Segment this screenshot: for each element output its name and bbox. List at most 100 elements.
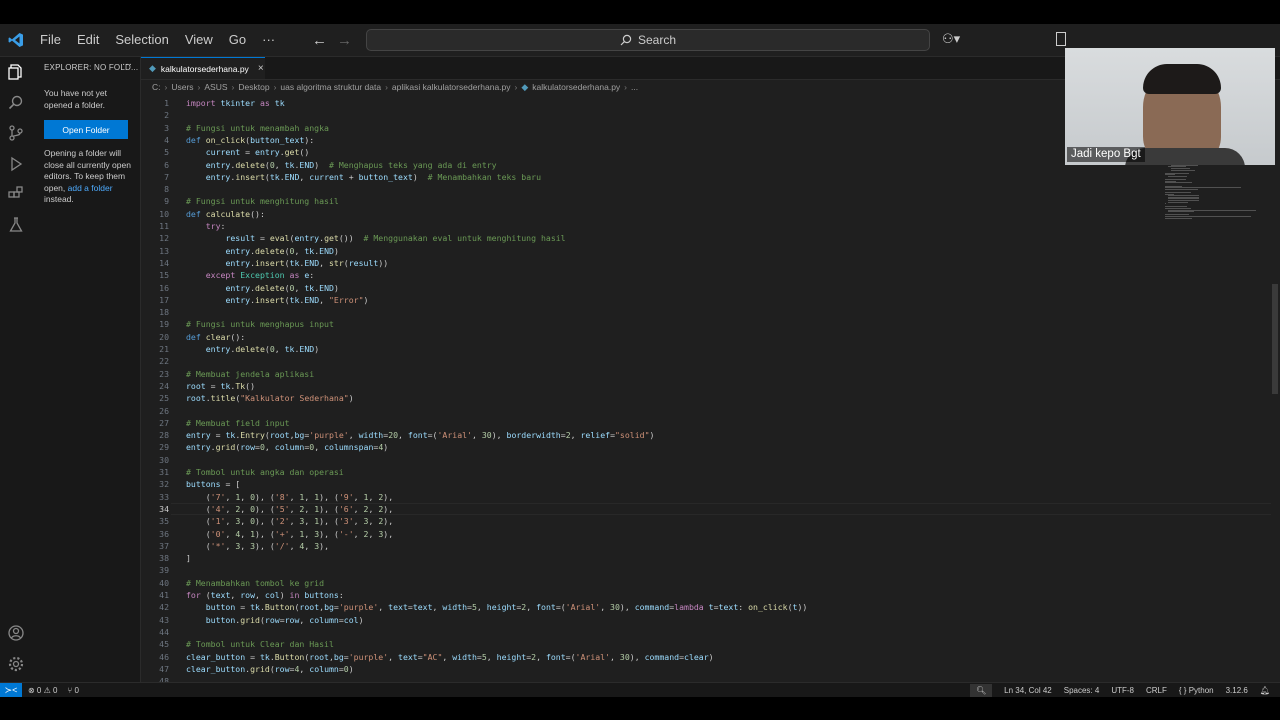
- problems-count[interactable]: ⊗ 0 ⚠ 0: [28, 686, 57, 695]
- editor-tab[interactable]: ◆ kalkulatorsederhana.py ×: [141, 57, 265, 79]
- line-number: 45: [159, 639, 169, 650]
- code-line[interactable]: 29 entry.grid(row=0, column=0, columnspan…: [141, 441, 1271, 453]
- code-line[interactable]: 23 # Membuat jendela aplikasi: [141, 368, 1271, 380]
- code-line[interactable]: 21 entry.delete(0, tk.END): [141, 343, 1271, 355]
- code-line[interactable]: 27 # Membuat field input: [141, 417, 1271, 429]
- extensions-icon[interactable]: [7, 185, 25, 203]
- testing-icon[interactable]: [7, 216, 25, 234]
- line-number: 36: [159, 528, 169, 539]
- code-line[interactable]: 32 buttons = [: [141, 478, 1271, 490]
- code-line[interactable]: 18: [141, 306, 1271, 318]
- code-line[interactable]: 47 clear_button.grid(row=4, column=0): [141, 663, 1271, 675]
- code-line[interactable]: 33 ('7', 1, 0), ('8', 1, 1), ('9', 1, 2)…: [141, 491, 1271, 503]
- copilot-icon[interactable]: ⚇▾: [942, 31, 960, 47]
- code-line[interactable]: 7 entry.insert(tk.END, current + button_…: [141, 171, 1271, 183]
- minimap-line: [1165, 188, 1198, 190]
- breadcrumb-item[interactable]: kalkulatorsederhana.py: [532, 82, 620, 92]
- account-icon[interactable]: [7, 624, 25, 642]
- menu-item-5[interactable]: ···: [254, 24, 283, 56]
- menu-item-0[interactable]: File: [32, 24, 69, 56]
- video-letterbox-bottom: [0, 697, 1280, 720]
- code-line[interactable]: 38]: [141, 552, 1271, 564]
- menu-item-2[interactable]: Selection: [107, 24, 176, 56]
- explorer-icon[interactable]: [7, 63, 25, 81]
- close-tab-icon[interactable]: ×: [258, 63, 264, 74]
- minimap-line: [1168, 211, 1194, 213]
- run-debug-icon[interactable]: [7, 155, 25, 173]
- breadcrumb-item[interactable]: Desktop: [238, 82, 269, 92]
- breadcrumb-item[interactable]: ...: [631, 82, 638, 92]
- code-text: # Menambahkan tombol ke grid: [186, 577, 325, 588]
- breadcrumb-item[interactable]: C:: [152, 82, 161, 92]
- code-line[interactable]: 13 entry.delete(0, tk.END): [141, 245, 1271, 257]
- code-line[interactable]: 17 entry.insert(tk.END, "Error"): [141, 294, 1271, 306]
- menu-item-4[interactable]: Go: [221, 24, 254, 56]
- code-text: def clear():: [186, 331, 246, 342]
- indentation[interactable]: Spaces: 4: [1064, 686, 1100, 695]
- code-line[interactable]: 14 entry.insert(tk.END, str(result)): [141, 257, 1271, 269]
- breadcrumb-item[interactable]: ASUS: [204, 82, 227, 92]
- code-line[interactable]: 37 ('*', 3, 3), ('/', 4, 3),: [141, 540, 1271, 552]
- menu-item-1[interactable]: Edit: [69, 24, 107, 56]
- code-line[interactable]: 10 def calculate():: [141, 208, 1271, 220]
- minimap-line: [1171, 169, 1195, 171]
- command-center-search[interactable]: Search: [366, 29, 930, 51]
- code-line[interactable]: 31 # Tombol untuk angka dan operasi: [141, 466, 1271, 478]
- code-line[interactable]: 35 ('1', 3, 0), ('2', 3, 1), ('3', 3, 2)…: [141, 515, 1271, 527]
- code-line[interactable]: 15 except Exception as e:: [141, 269, 1271, 281]
- code-line[interactable]: 42 button = tk.Button(root,bg='purple', …: [141, 601, 1271, 613]
- add-folder-link[interactable]: add a folder: [68, 183, 113, 193]
- code-line[interactable]: 45 # Tombol untuk Clear dan Hasil: [141, 638, 1271, 650]
- source-control-icon[interactable]: [7, 124, 25, 142]
- ports-count[interactable]: ⑂ 0: [67, 686, 78, 695]
- explorer-more-button[interactable]: ···: [122, 59, 132, 70]
- open-folder-button[interactable]: Open Folder: [44, 120, 128, 139]
- forward-arrow-icon[interactable]: →: [337, 32, 352, 49]
- breadcrumb-item[interactable]: aplikasi kalkulatorsederhana.py: [392, 82, 511, 92]
- search-view-icon[interactable]: [7, 94, 25, 112]
- code-line[interactable]: 22: [141, 355, 1271, 367]
- code-line[interactable]: 20 def clear():: [141, 331, 1271, 343]
- code-text: entry.delete(0, tk.END) # Menghapus teks…: [205, 159, 497, 170]
- menu-item-3[interactable]: View: [177, 24, 221, 56]
- language-mode[interactable]: { } Python: [1179, 686, 1214, 695]
- cursor-position[interactable]: Ln 34, Col 42: [1004, 686, 1052, 695]
- code-text: # Membuat jendela aplikasi: [186, 368, 315, 379]
- back-arrow-icon[interactable]: ←: [312, 32, 327, 49]
- code-line[interactable]: 36 ('0', 4, 1), ('+', 1, 3), ('-', 2, 3)…: [141, 528, 1271, 540]
- line-number: 13: [159, 245, 169, 256]
- editor-scrollbar[interactable]: [1272, 284, 1278, 394]
- code-line[interactable]: 28 entry = tk.Entry(root,bg='purple', wid…: [141, 429, 1271, 441]
- code-line[interactable]: 9 # Fungsi untuk menghitung hasil: [141, 195, 1271, 207]
- code-line[interactable]: 39: [141, 564, 1271, 576]
- code-line[interactable]: 30: [141, 454, 1271, 466]
- breadcrumb-item[interactable]: Users: [171, 82, 193, 92]
- code-line[interactable]: 43 button.grid(row=row, column=col): [141, 614, 1271, 626]
- layout-icon[interactable]: [1056, 32, 1066, 46]
- code-line[interactable]: 19 # Fungsi untuk menghapus input: [141, 318, 1271, 330]
- code-line[interactable]: 12 result = eval(entry.get()) # Mengguna…: [141, 232, 1271, 244]
- breadcrumb-item[interactable]: uas algoritma struktur data: [280, 82, 381, 92]
- code-line[interactable]: 34 ('4', 2, 0), ('5', 2, 1), ('6', 2, 2)…: [141, 503, 1271, 515]
- language-label: Python: [1188, 686, 1214, 695]
- code-line[interactable]: 48: [141, 675, 1271, 682]
- code-line[interactable]: 41 for (text, row, col) in buttons:: [141, 589, 1271, 601]
- encoding[interactable]: UTF-8: [1111, 686, 1134, 695]
- code-line[interactable]: 26: [141, 405, 1271, 417]
- python-version[interactable]: 3.12.6: [1226, 686, 1248, 695]
- remote-indicator-icon[interactable]: ≻<: [0, 683, 22, 697]
- code-line[interactable]: 44: [141, 626, 1271, 638]
- code-editor[interactable]: 1 import tkinter as tk 2 3 # Fungsi untuk me…: [141, 95, 1271, 682]
- code-line[interactable]: 8: [141, 183, 1271, 195]
- code-text: # Fungsi untuk menghapus input: [186, 319, 334, 330]
- zoom-icon[interactable]: 🔍︎: [970, 684, 993, 697]
- code-line[interactable]: 24 root = tk.Tk(): [141, 380, 1271, 392]
- line-ending[interactable]: CRLF: [1146, 686, 1167, 695]
- code-line[interactable]: 16 entry.delete(0, tk.END): [141, 282, 1271, 294]
- code-line[interactable]: 46 clear_button = tk.Button(root,bg='purp…: [141, 651, 1271, 663]
- code-line[interactable]: 11 try:: [141, 220, 1271, 232]
- notifications-bell-icon[interactable]: 🔔︎: [1260, 686, 1270, 695]
- code-line[interactable]: 40 # Menambahkan tombol ke grid: [141, 577, 1271, 589]
- settings-gear-icon[interactable]: [7, 655, 25, 673]
- code-line[interactable]: 25 root.title("Kalkulator Sederhana"): [141, 392, 1271, 404]
